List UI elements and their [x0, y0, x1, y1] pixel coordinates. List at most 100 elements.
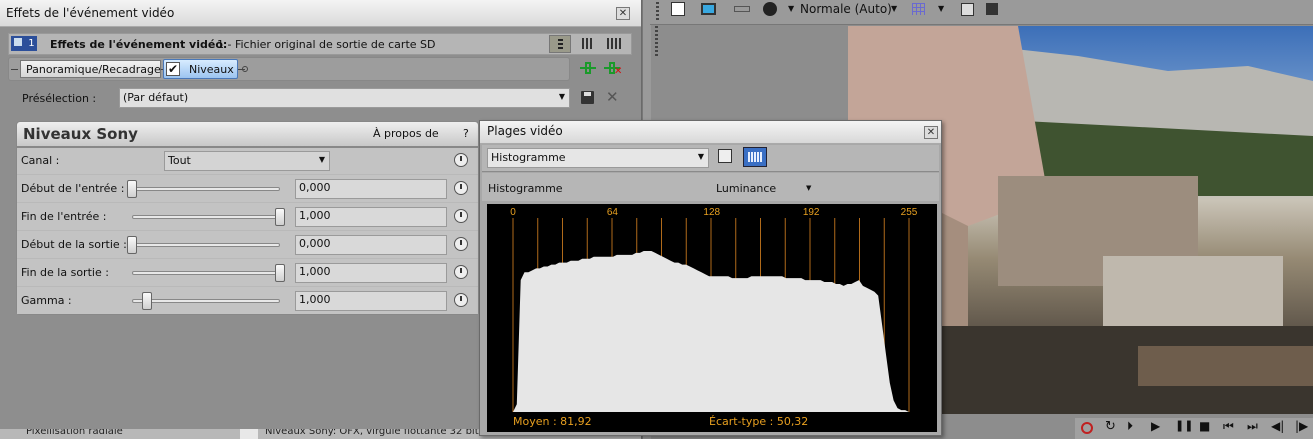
plugin-chain-bar: Panoramique/Recadrage ✔ Niveaux	[8, 57, 570, 81]
external-monitor-icon[interactable]	[701, 3, 716, 15]
slider-thumb[interactable]	[127, 236, 137, 254]
plugin-chain-remove-icon[interactable]: ✕	[604, 62, 622, 77]
histogram-chart: 0 64 128 192 255	[510, 207, 918, 412]
scope-header-left: Histogramme	[488, 182, 563, 195]
histogram-tick-label: 64	[607, 207, 619, 218]
fx-list-item[interactable]: Pixellisation radiale	[26, 429, 123, 437]
view-list-icon[interactable]	[549, 35, 571, 53]
param-value-field[interactable]: 1,000	[295, 263, 447, 283]
slider-track[interactable]	[132, 299, 280, 303]
stop-icon[interactable]: ■	[1199, 419, 1210, 433]
view-grid-icon[interactable]	[582, 38, 594, 49]
param-value-field[interactable]: 1,000	[295, 207, 447, 227]
reset-icon[interactable]	[454, 153, 468, 167]
scope-mode-dropdown[interactable]: Histogramme ▼	[487, 148, 709, 168]
grip-icon	[656, 2, 659, 20]
param-label: Début de la sortie :	[21, 238, 127, 251]
record-icon[interactable]	[1081, 422, 1093, 434]
slider-track[interactable]	[132, 187, 280, 191]
close-button[interactable]: ✕	[616, 7, 630, 20]
help-button[interactable]: ?	[463, 127, 469, 140]
param-value: 0,000	[299, 237, 331, 250]
slider-track[interactable]	[132, 215, 280, 219]
chain-number: 1	[28, 38, 35, 49]
plugin-enable-checkbox[interactable]: ✔	[166, 62, 180, 76]
param-row-gamma: Gamma : 1,000	[17, 288, 478, 314]
param-row-channel: Canal : Tout ▼	[17, 148, 478, 175]
param-value-field[interactable]: 0,000	[295, 235, 447, 255]
grid-icon[interactable]	[912, 3, 925, 15]
go-to-end-icon[interactable]: ⏭	[1247, 419, 1258, 434]
loop-icon[interactable]: ↻	[1105, 419, 1116, 434]
slider-thumb[interactable]	[275, 264, 285, 282]
histogram-tick-label: 192	[803, 207, 820, 218]
chevron-down-icon[interactable]: ▼	[938, 4, 944, 13]
scopes-titlebar: Plages vidéo ✕	[480, 121, 941, 144]
overlays-icon[interactable]	[763, 2, 777, 16]
event-fx-titlebar: Effets de l'événement vidéo ✕	[0, 0, 641, 27]
film-icon	[14, 38, 22, 46]
event-fx-title: Effets de l'événement vidéo	[6, 6, 175, 20]
play-from-start-icon[interactable]: ⏵	[1127, 419, 1133, 434]
save-snapshot-icon[interactable]	[986, 3, 998, 15]
reset-icon[interactable]	[454, 181, 468, 195]
plugin-chain-add-icon[interactable]	[580, 62, 596, 74]
go-to-start-icon[interactable]: ⏮	[1223, 419, 1234, 434]
split-screen-icon[interactable]	[734, 6, 750, 12]
reset-icon[interactable]	[454, 265, 468, 279]
param-label: Gamma :	[21, 294, 72, 307]
param-value-field[interactable]: 1,000	[295, 291, 447, 311]
chain-number-badge: 1	[11, 36, 37, 51]
channel-dropdown[interactable]: Tout ▼	[164, 151, 330, 171]
plugin-name: Niveaux Sony	[23, 125, 138, 143]
param-value: 0,000	[299, 181, 331, 194]
chevron-down-icon: ▼	[697, 152, 704, 161]
plugin-niveaux-label: Niveaux	[189, 63, 234, 76]
preview-properties-icon[interactable]	[671, 2, 685, 16]
chain-title: Effets de l'événement vidéo:	[50, 38, 228, 51]
slider-track[interactable]	[132, 271, 280, 275]
param-value: 1,000	[299, 209, 331, 222]
chevron-down-icon: ▼	[318, 155, 325, 164]
view-large-grid-icon[interactable]	[607, 38, 621, 49]
play-icon[interactable]: ▶	[1151, 419, 1160, 433]
scopes-toolbar: Histogramme ▼	[482, 145, 939, 172]
chain-source: 1 - Fichier original de sortie de carte …	[217, 38, 436, 51]
preset-label: Présélection :	[22, 92, 97, 105]
histogram-tick-label: 255	[901, 207, 918, 218]
slider-thumb[interactable]	[141, 292, 152, 310]
pause-icon[interactable]: ❚❚	[1175, 419, 1193, 432]
reset-icon[interactable]	[454, 209, 468, 223]
close-button[interactable]: ✕	[924, 126, 938, 139]
slider-thumb[interactable]	[127, 180, 137, 198]
scope-settings-icon[interactable]	[718, 149, 732, 163]
delete-preset-icon[interactable]: ✕	[606, 88, 619, 106]
copy-snapshot-icon[interactable]	[961, 3, 974, 16]
histogram-tick-label: 0	[510, 207, 516, 218]
next-frame-icon[interactable]: |▶	[1295, 419, 1308, 433]
slider-thumb[interactable]	[275, 208, 285, 226]
prev-frame-icon[interactable]: ◀|	[1271, 419, 1284, 433]
param-value-field[interactable]: 0,000	[295, 179, 447, 199]
scope-channel-select[interactable]: Luminance	[716, 182, 776, 195]
reset-icon[interactable]	[454, 293, 468, 307]
param-label: Début de l'entrée :	[21, 182, 125, 195]
preview-quality[interactable]: Normale (Auto)	[800, 2, 892, 16]
chevron-down-icon[interactable]: ▼	[891, 4, 897, 13]
chevron-down-icon[interactable]: ▼	[806, 184, 811, 192]
preset-dropdown[interactable]: (Par défaut) ▼	[119, 88, 570, 108]
preview-toolbar-grip[interactable]	[655, 26, 658, 56]
about-link[interactable]: À propos de	[373, 127, 439, 140]
channel-value: Tout	[168, 154, 191, 167]
reset-icon[interactable]	[454, 237, 468, 251]
slider-track[interactable]	[132, 243, 280, 247]
update-scopes-icon[interactable]	[743, 147, 767, 167]
plugin-panoramique[interactable]: Panoramique/Recadrage	[20, 60, 161, 78]
chevron-down-icon: ▼	[558, 92, 565, 101]
preview-toolbar: ▼ Normale (Auto) ▼ ▼	[650, 0, 1313, 25]
chevron-down-icon[interactable]: ▼	[788, 4, 794, 13]
plugin-header: Niveaux Sony À propos de ?	[16, 121, 479, 147]
plugin-niveaux[interactable]: ✔ Niveaux	[163, 59, 238, 79]
param-value: 1,000	[299, 293, 331, 306]
save-preset-icon[interactable]	[581, 91, 594, 104]
